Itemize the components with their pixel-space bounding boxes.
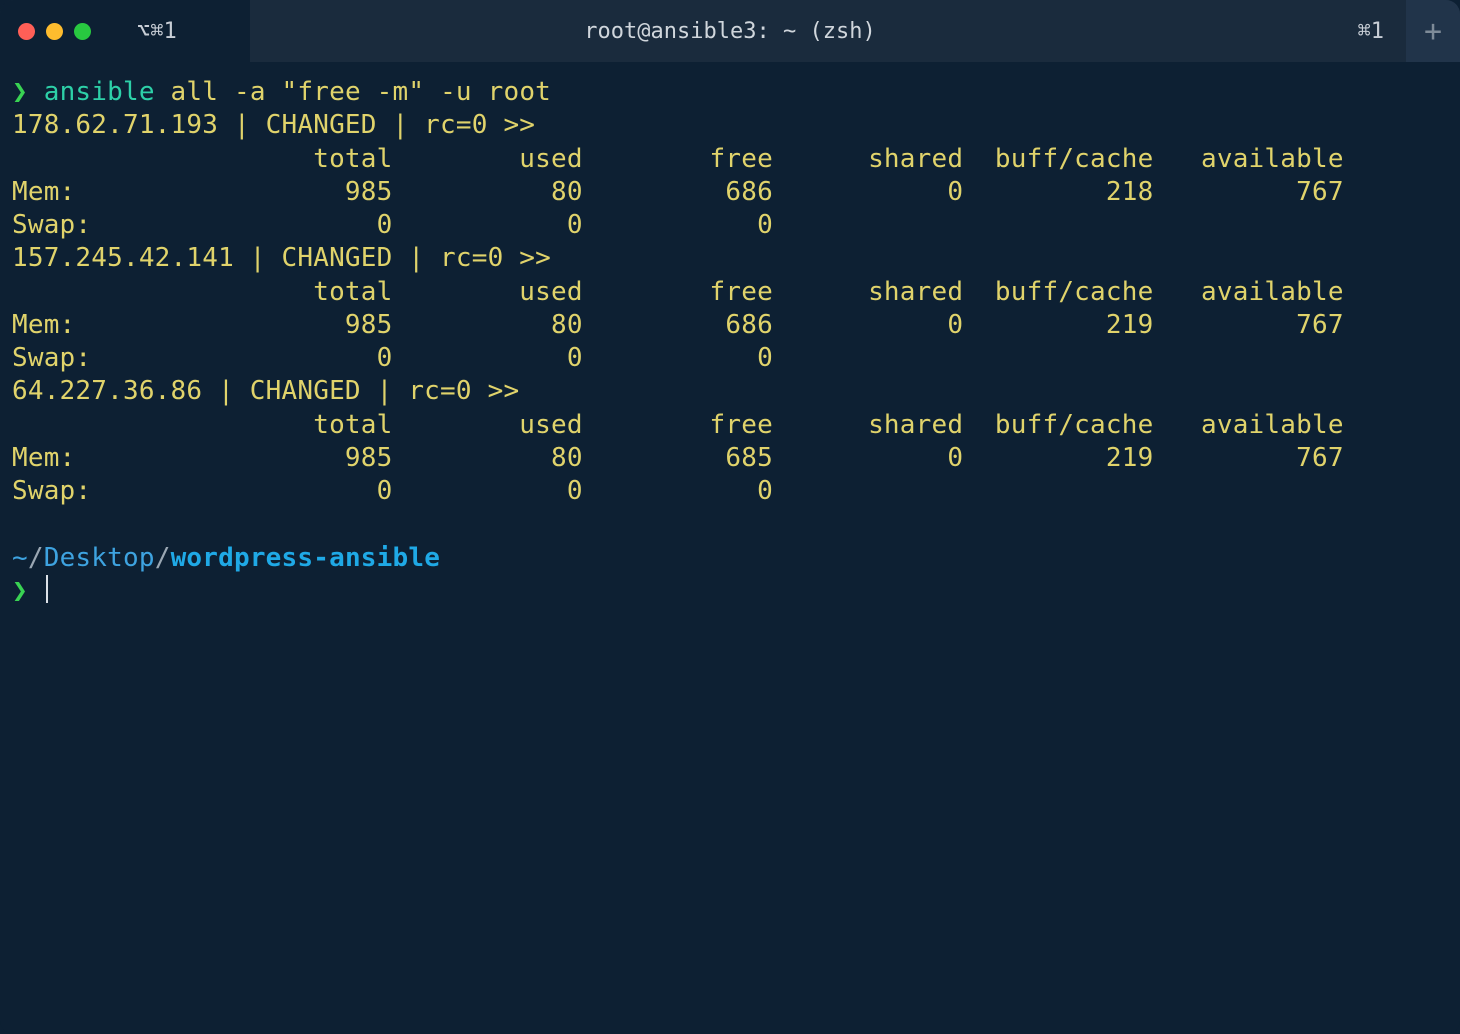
new-tab-button[interactable]: + xyxy=(1406,0,1460,62)
host-1-row-0: Mem: 985 80 686 0 219 767 xyxy=(12,310,1344,340)
command-name: ansible xyxy=(44,77,155,107)
tab-shortcut: ⌥⌘1 xyxy=(137,19,177,44)
host-1-row-1: Swap: 0 0 0 xyxy=(12,343,773,373)
cwd-seg2: wordpress-ansible xyxy=(171,543,441,573)
window-controls xyxy=(18,23,91,40)
title-bar: ⌥⌘1 root@ansible3: ~ (zsh) ⌘1 + xyxy=(0,0,1460,62)
command-args: all -a "free -m" -u root xyxy=(155,77,551,107)
prompt-symbol: ❯ xyxy=(12,77,28,107)
prompt-symbol: ❯ xyxy=(12,576,28,606)
terminal-output[interactable]: ❯ ansible all -a "free -m" -u root 178.6… xyxy=(0,62,1460,1034)
cursor-icon xyxy=(46,575,48,603)
close-icon[interactable] xyxy=(18,23,35,40)
minimize-icon[interactable] xyxy=(46,23,63,40)
zoom-icon[interactable] xyxy=(74,23,91,40)
host-1-status: 157.245.42.141 | CHANGED | rc=0 >> xyxy=(12,243,551,273)
pane-shortcut: ⌘1 xyxy=(1336,19,1407,44)
host-0-header: total used free shared buff/cache availa… xyxy=(12,144,1344,174)
host-2-header: total used free shared buff/cache availa… xyxy=(12,410,1344,440)
cwd-seg1: Desktop xyxy=(44,543,155,573)
host-1-header: total used free shared buff/cache availa… xyxy=(12,277,1344,307)
host-0-row-1: Swap: 0 0 0 xyxy=(12,210,773,240)
host-2-status: 64.227.36.86 | CHANGED | rc=0 >> xyxy=(12,376,519,406)
host-2-row-1: Swap: 0 0 0 xyxy=(12,476,773,506)
cwd-sep: / xyxy=(155,543,171,573)
cwd-home: ~ xyxy=(12,543,28,573)
active-tab[interactable]: ⌥⌘1 xyxy=(0,0,250,62)
host-2-row-0: Mem: 985 80 685 0 219 767 xyxy=(12,443,1344,473)
cwd-sep: / xyxy=(28,543,44,573)
terminal-window: ⌥⌘1 root@ansible3: ~ (zsh) ⌘1 + ❯ ansibl… xyxy=(0,0,1460,1034)
host-0-row-0: Mem: 985 80 686 0 218 767 xyxy=(12,177,1344,207)
host-0-status: 178.62.71.193 | CHANGED | rc=0 >> xyxy=(12,110,535,140)
